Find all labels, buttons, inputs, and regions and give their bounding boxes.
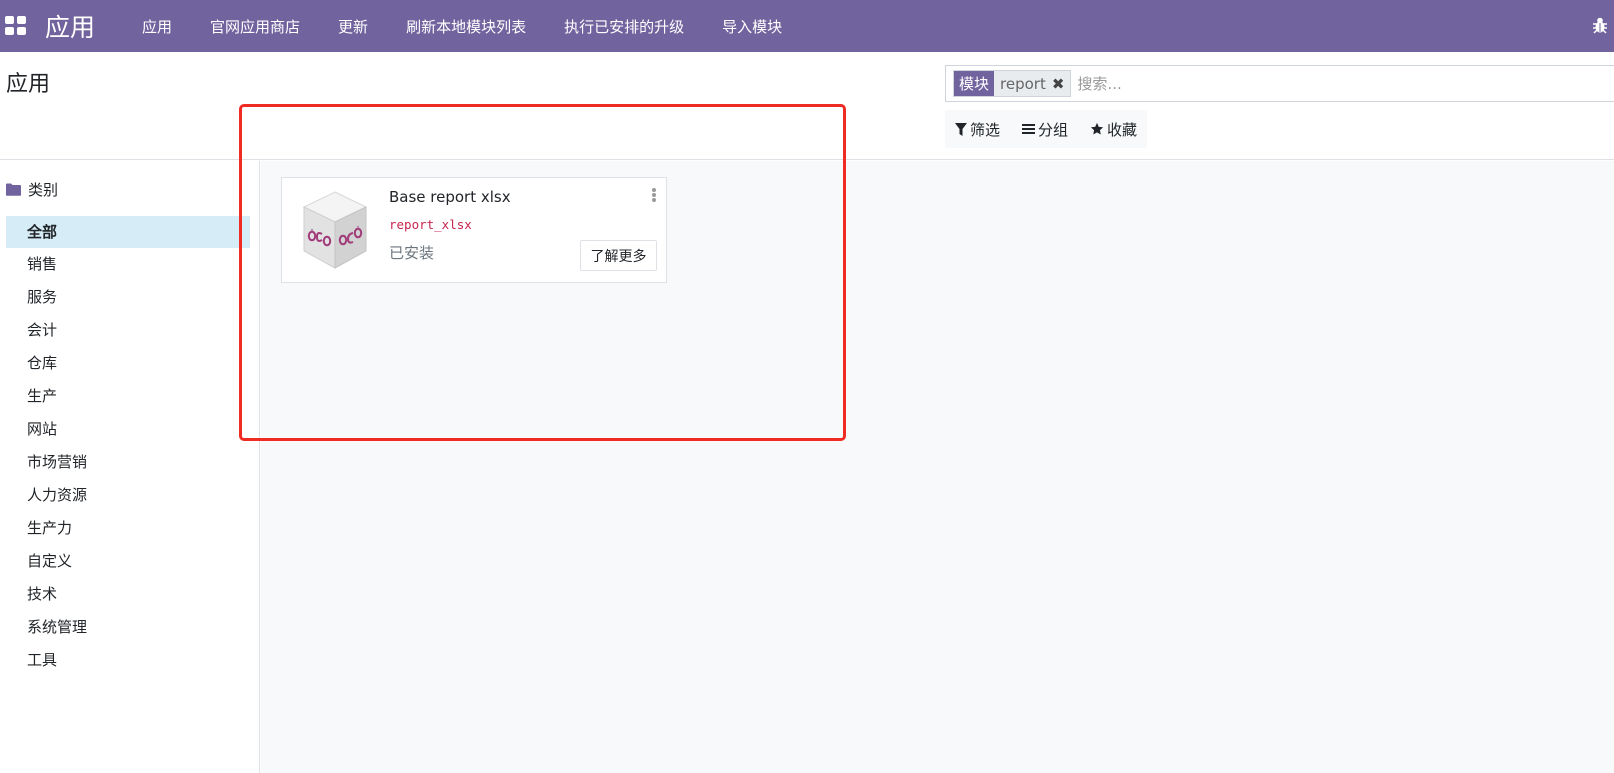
star-icon	[1090, 122, 1104, 135]
list-icon	[1022, 124, 1036, 134]
category-header-label: 类别	[28, 181, 59, 199]
top-navbar: 应用 应用 官网应用商店 更新 刷新本地模块列表 执行已安排的升级 导入模块	[0, 0, 1614, 52]
search-input[interactable]	[1077, 74, 1578, 93]
oca-module-box-icon	[302, 191, 368, 269]
grid-icon[interactable]	[5, 16, 27, 36]
favorites-button-label: 收藏	[1107, 120, 1138, 139]
category-item-human-resources[interactable]: 人力资源	[6, 479, 250, 512]
category-item-inventory[interactable]: 仓库	[6, 347, 250, 380]
nav-item-import-module[interactable]: 导入模块	[703, 16, 801, 37]
category-item-all[interactable]: 全部	[6, 216, 250, 248]
category-item-technical[interactable]: 技术	[6, 578, 250, 611]
category-list: 全部 销售 服务 会计 仓库 生产 网站 市场营销 人力资源 生产力 自定义 技…	[6, 216, 250, 677]
filter-button-label: 筛选	[970, 120, 1001, 139]
category-item-administration[interactable]: 系统管理	[6, 611, 250, 644]
nav-item-update-apps-list[interactable]: 刷新本地模块列表	[387, 16, 545, 37]
close-icon[interactable]: ✖	[1052, 75, 1065, 93]
category-item-tools[interactable]: 工具	[6, 644, 250, 677]
filter-icon	[955, 122, 967, 136]
module-status: 已安装	[389, 244, 435, 262]
search-facet-value-wrap: report ✖	[994, 71, 1071, 96]
category-item-productivity[interactable]: 生产力	[6, 512, 250, 545]
nav-item-apply-scheduled-upgrades[interactable]: 执行已安排的升级	[545, 16, 703, 37]
module-technical-name: report_xlsx	[389, 217, 472, 232]
bug-icon[interactable]	[1592, 16, 1608, 34]
filter-button[interactable]: 筛选	[955, 119, 1000, 140]
group-by-button-label: 分组	[1038, 120, 1069, 139]
app-brand[interactable]: 应用	[45, 8, 95, 44]
category-item-website[interactable]: 网站	[6, 413, 250, 446]
category-item-accounting[interactable]: 会计	[6, 314, 250, 347]
category-item-manufacturing[interactable]: 生产	[6, 380, 250, 413]
search-bar[interactable]: 模块 report ✖	[945, 65, 1614, 102]
search-facet: 模块 report ✖	[953, 70, 1072, 97]
favorites-button[interactable]: 收藏	[1090, 119, 1137, 140]
vertical-dots-icon[interactable]	[650, 188, 658, 204]
category-item-sales[interactable]: 销售	[6, 248, 250, 281]
search-facet-label: 模块	[954, 71, 995, 96]
category-header: 类别	[6, 179, 58, 200]
search-options-bar: 筛选 分组 收藏	[945, 110, 1148, 148]
module-card[interactable]: Base report xlsx report_xlsx 已安装 了解更多	[281, 177, 667, 283]
category-item-marketing[interactable]: 市场营销	[6, 446, 250, 479]
nav-item-app-store[interactable]: 官网应用商店	[191, 16, 319, 37]
category-sidebar: 类别 全部 销售 服务 会计 仓库 生产 网站 市场营销 人力资源 生产力 自定…	[0, 161, 260, 773]
nav-item-apps[interactable]: 应用	[123, 16, 191, 37]
module-kanban: Base report xlsx report_xlsx 已安装 了解更多	[261, 161, 1614, 773]
control-panel: 应用 模块 report ✖ 筛选 分组	[0, 52, 1614, 160]
module-name: Base report xlsx	[389, 188, 511, 206]
category-item-services[interactable]: 服务	[6, 281, 250, 314]
search-facet-value: report	[1000, 74, 1046, 93]
folder-icon	[6, 183, 21, 196]
page-title: 应用	[6, 72, 51, 97]
category-item-customizations[interactable]: 自定义	[6, 545, 250, 578]
group-by-button[interactable]: 分组	[1022, 119, 1068, 140]
learn-more-button[interactable]: 了解更多	[580, 240, 657, 271]
nav-item-updates[interactable]: 更新	[319, 16, 387, 37]
